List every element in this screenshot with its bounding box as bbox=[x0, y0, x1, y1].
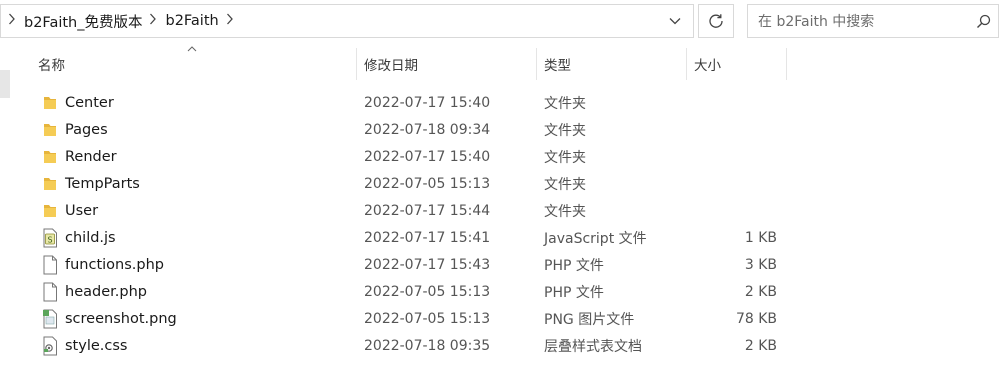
file-size bbox=[690, 116, 777, 143]
file-name-cell[interactable]: style.css bbox=[40, 332, 127, 359]
file-modified-date: 2022-07-17 15:43 bbox=[364, 256, 491, 273]
file-name: Center bbox=[65, 94, 114, 111]
breadcrumb-item[interactable]: b2Faith_免费版本 bbox=[24, 11, 142, 32]
file-size: 2 KB bbox=[744, 283, 777, 300]
folder-icon bbox=[40, 147, 60, 167]
file-row[interactable]: header.php 2022-07-05 15:13 PHP 文件 2 KB bbox=[0, 278, 1005, 305]
file-row[interactable]: Schild.js 2022-07-17 15:41 JavaScript 文件 1 … bbox=[0, 224, 1005, 251]
file-name: Render bbox=[65, 148, 117, 165]
refresh-button[interactable] bbox=[698, 4, 734, 38]
image-file-icon bbox=[40, 309, 60, 329]
file-modified-date: 2022-07-17 15:40 bbox=[364, 148, 491, 165]
file-name: functions.php bbox=[65, 256, 164, 273]
file-icon bbox=[40, 255, 60, 275]
file-size: 1 KB bbox=[744, 229, 777, 246]
file-size bbox=[690, 143, 777, 170]
file-row[interactable]: style.css 2022-07-18 09:35 层叠样式表文档 2 KB bbox=[0, 332, 1005, 359]
address-bar-row: b2Faith_免费版本 b2Faith 在 b2Faith 中搜索 bbox=[0, 0, 1005, 44]
folder-icon bbox=[40, 174, 60, 194]
file-size: 3 KB bbox=[744, 256, 777, 273]
file-size bbox=[690, 89, 777, 116]
file-row[interactable]: TempParts 2022-07-05 15:13 文件夹 bbox=[0, 170, 1005, 197]
column-header-size[interactable]: 大小 bbox=[694, 48, 784, 80]
file-name: header.php bbox=[65, 283, 147, 300]
file-name: screenshot.png bbox=[65, 310, 177, 327]
file-type: PNG 图片文件 bbox=[544, 311, 635, 328]
column-header-type[interactable]: 类型 bbox=[544, 48, 682, 80]
file-name-cell[interactable]: screenshot.png bbox=[40, 305, 177, 332]
folder-icon bbox=[40, 120, 60, 140]
chevron-right-icon[interactable] bbox=[149, 13, 157, 29]
address-bar[interactable]: b2Faith_免费版本 b2Faith bbox=[0, 4, 694, 38]
file-type: PHP 文件 bbox=[544, 257, 604, 274]
js-file-icon: S bbox=[40, 228, 60, 248]
file-size bbox=[690, 170, 777, 197]
file-list: Center 2022-07-17 15:40 文件夹 Pages 2022-07-18… bbox=[0, 89, 1005, 359]
file-type: 文件夹 bbox=[544, 95, 586, 112]
column-divider[interactable] bbox=[356, 48, 357, 80]
css-file-icon bbox=[40, 336, 60, 356]
file-modified-date: 2022-07-18 09:35 bbox=[364, 337, 491, 354]
column-divider[interactable] bbox=[786, 48, 787, 80]
file-modified-date: 2022-07-17 15:41 bbox=[364, 229, 491, 246]
file-row[interactable]: functions.php 2022-07-17 15:43 PHP 文件 3 KB bbox=[0, 251, 1005, 278]
file-modified-date: 2022-07-17 15:44 bbox=[364, 202, 491, 219]
search-icon[interactable] bbox=[968, 14, 998, 29]
file-row[interactable]: Pages 2022-07-18 09:34 文件夹 bbox=[0, 116, 1005, 143]
file-modified-date: 2022-07-18 09:34 bbox=[364, 121, 491, 138]
file-type: 文件夹 bbox=[544, 122, 586, 139]
file-size: 2 KB bbox=[744, 337, 777, 354]
file-modified-date: 2022-07-05 15:13 bbox=[364, 310, 491, 327]
refresh-icon bbox=[709, 14, 723, 28]
file-modified-date: 2022-07-17 15:40 bbox=[364, 94, 491, 111]
search-placeholder: 在 b2Faith 中搜索 bbox=[758, 14, 875, 30]
file-row[interactable]: Render 2022-07-17 15:40 文件夹 bbox=[0, 143, 1005, 170]
file-type: 文件夹 bbox=[544, 149, 586, 166]
search-input[interactable]: 在 b2Faith 中搜索 bbox=[747, 4, 999, 38]
file-modified-date: 2022-07-05 15:13 bbox=[364, 283, 491, 300]
chevron-right-icon[interactable] bbox=[8, 13, 16, 29]
file-size: 78 KB bbox=[735, 310, 777, 327]
folder-icon bbox=[40, 93, 60, 113]
file-name-cell[interactable]: functions.php bbox=[40, 251, 164, 278]
file-type: 层叠样式表文档 bbox=[544, 338, 642, 355]
chevron-down-icon bbox=[669, 18, 681, 25]
file-row[interactable]: Center 2022-07-17 15:40 文件夹 bbox=[0, 89, 1005, 116]
file-name: style.css bbox=[65, 337, 128, 354]
file-icon bbox=[40, 282, 60, 302]
file-row[interactable]: User 2022-07-17 15:44 文件夹 bbox=[0, 197, 1005, 224]
file-name-cell[interactable]: User bbox=[40, 197, 98, 224]
file-name: User bbox=[65, 202, 99, 219]
breadcrumb-item[interactable]: b2Faith bbox=[165, 13, 218, 29]
file-name-cell[interactable]: Center bbox=[40, 89, 114, 116]
column-divider[interactable] bbox=[686, 48, 687, 80]
file-name: Pages bbox=[65, 121, 108, 138]
file-type: 文件夹 bbox=[544, 176, 586, 193]
address-history-dropdown[interactable] bbox=[665, 11, 685, 31]
file-name: TempParts bbox=[65, 175, 140, 192]
file-name-cell[interactable]: header.php bbox=[40, 278, 147, 305]
file-name: child.js bbox=[65, 229, 116, 246]
column-divider[interactable] bbox=[536, 48, 537, 80]
file-type: 文件夹 bbox=[544, 203, 586, 220]
chevron-right-icon[interactable] bbox=[226, 13, 234, 29]
file-modified-date: 2022-07-05 15:13 bbox=[364, 175, 491, 192]
folder-icon bbox=[40, 201, 60, 221]
file-size bbox=[690, 197, 777, 224]
file-name-cell[interactable]: Render bbox=[40, 143, 117, 170]
column-header-name[interactable]: 名称 bbox=[38, 48, 354, 80]
file-type: JavaScript 文件 bbox=[544, 230, 647, 247]
file-type: PHP 文件 bbox=[544, 284, 604, 301]
svg-text:S: S bbox=[47, 235, 52, 244]
file-name-cell[interactable]: Schild.js bbox=[40, 224, 116, 251]
column-header-row: 名称 修改日期 类型 大小 bbox=[0, 48, 1005, 80]
file-name-cell[interactable]: TempParts bbox=[40, 170, 140, 197]
file-row[interactable]: screenshot.png 2022-07-05 15:13 PNG 图片文件 78… bbox=[0, 305, 1005, 332]
file-name-cell[interactable]: Pages bbox=[40, 116, 108, 143]
column-header-date[interactable]: 修改日期 bbox=[364, 48, 534, 80]
